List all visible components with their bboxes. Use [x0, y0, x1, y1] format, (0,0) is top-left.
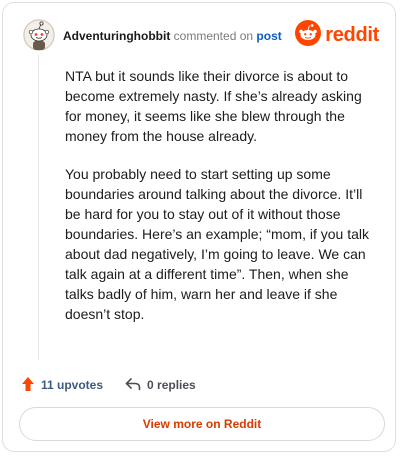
reddit-brand[interactable]: reddit: [295, 19, 379, 51]
upvotes-stat[interactable]: 11 upvotes: [21, 376, 103, 395]
comment-paragraph: NTA but it sounds like their divorce is …: [65, 68, 362, 144]
username[interactable]: Adventuringhobbit: [63, 29, 170, 43]
reply-arrow-icon: [125, 377, 147, 394]
post-link[interactable]: post: [256, 29, 281, 43]
snoo-avatar-icon[interactable]: [23, 19, 55, 51]
comment-footer: 11 upvotes 0 replies: [21, 375, 196, 395]
comment-meta: Adventuringhobbit commented on post: [63, 28, 282, 44]
view-more-button[interactable]: View more on Reddit: [19, 407, 385, 441]
comment-embed-card: Adventuringhobbit commented on post redd…: [2, 2, 396, 452]
comment-header: Adventuringhobbit commented on post redd…: [23, 19, 379, 53]
action-text: commented on: [173, 29, 254, 43]
comment-body: NTA but it sounds like their divorce is …: [65, 66, 381, 342]
replies-count: 0 replies: [147, 378, 196, 392]
upvote-arrow-icon: [21, 376, 41, 395]
reddit-wordmark: reddit: [325, 23, 379, 46]
comment-paragraph: You probably need to start setting up so…: [65, 166, 369, 322]
reddit-logo-icon: [295, 19, 322, 51]
replies-stat[interactable]: 0 replies: [125, 377, 196, 394]
upvotes-count: 11 upvotes: [41, 378, 104, 392]
thread-line: [38, 55, 39, 360]
